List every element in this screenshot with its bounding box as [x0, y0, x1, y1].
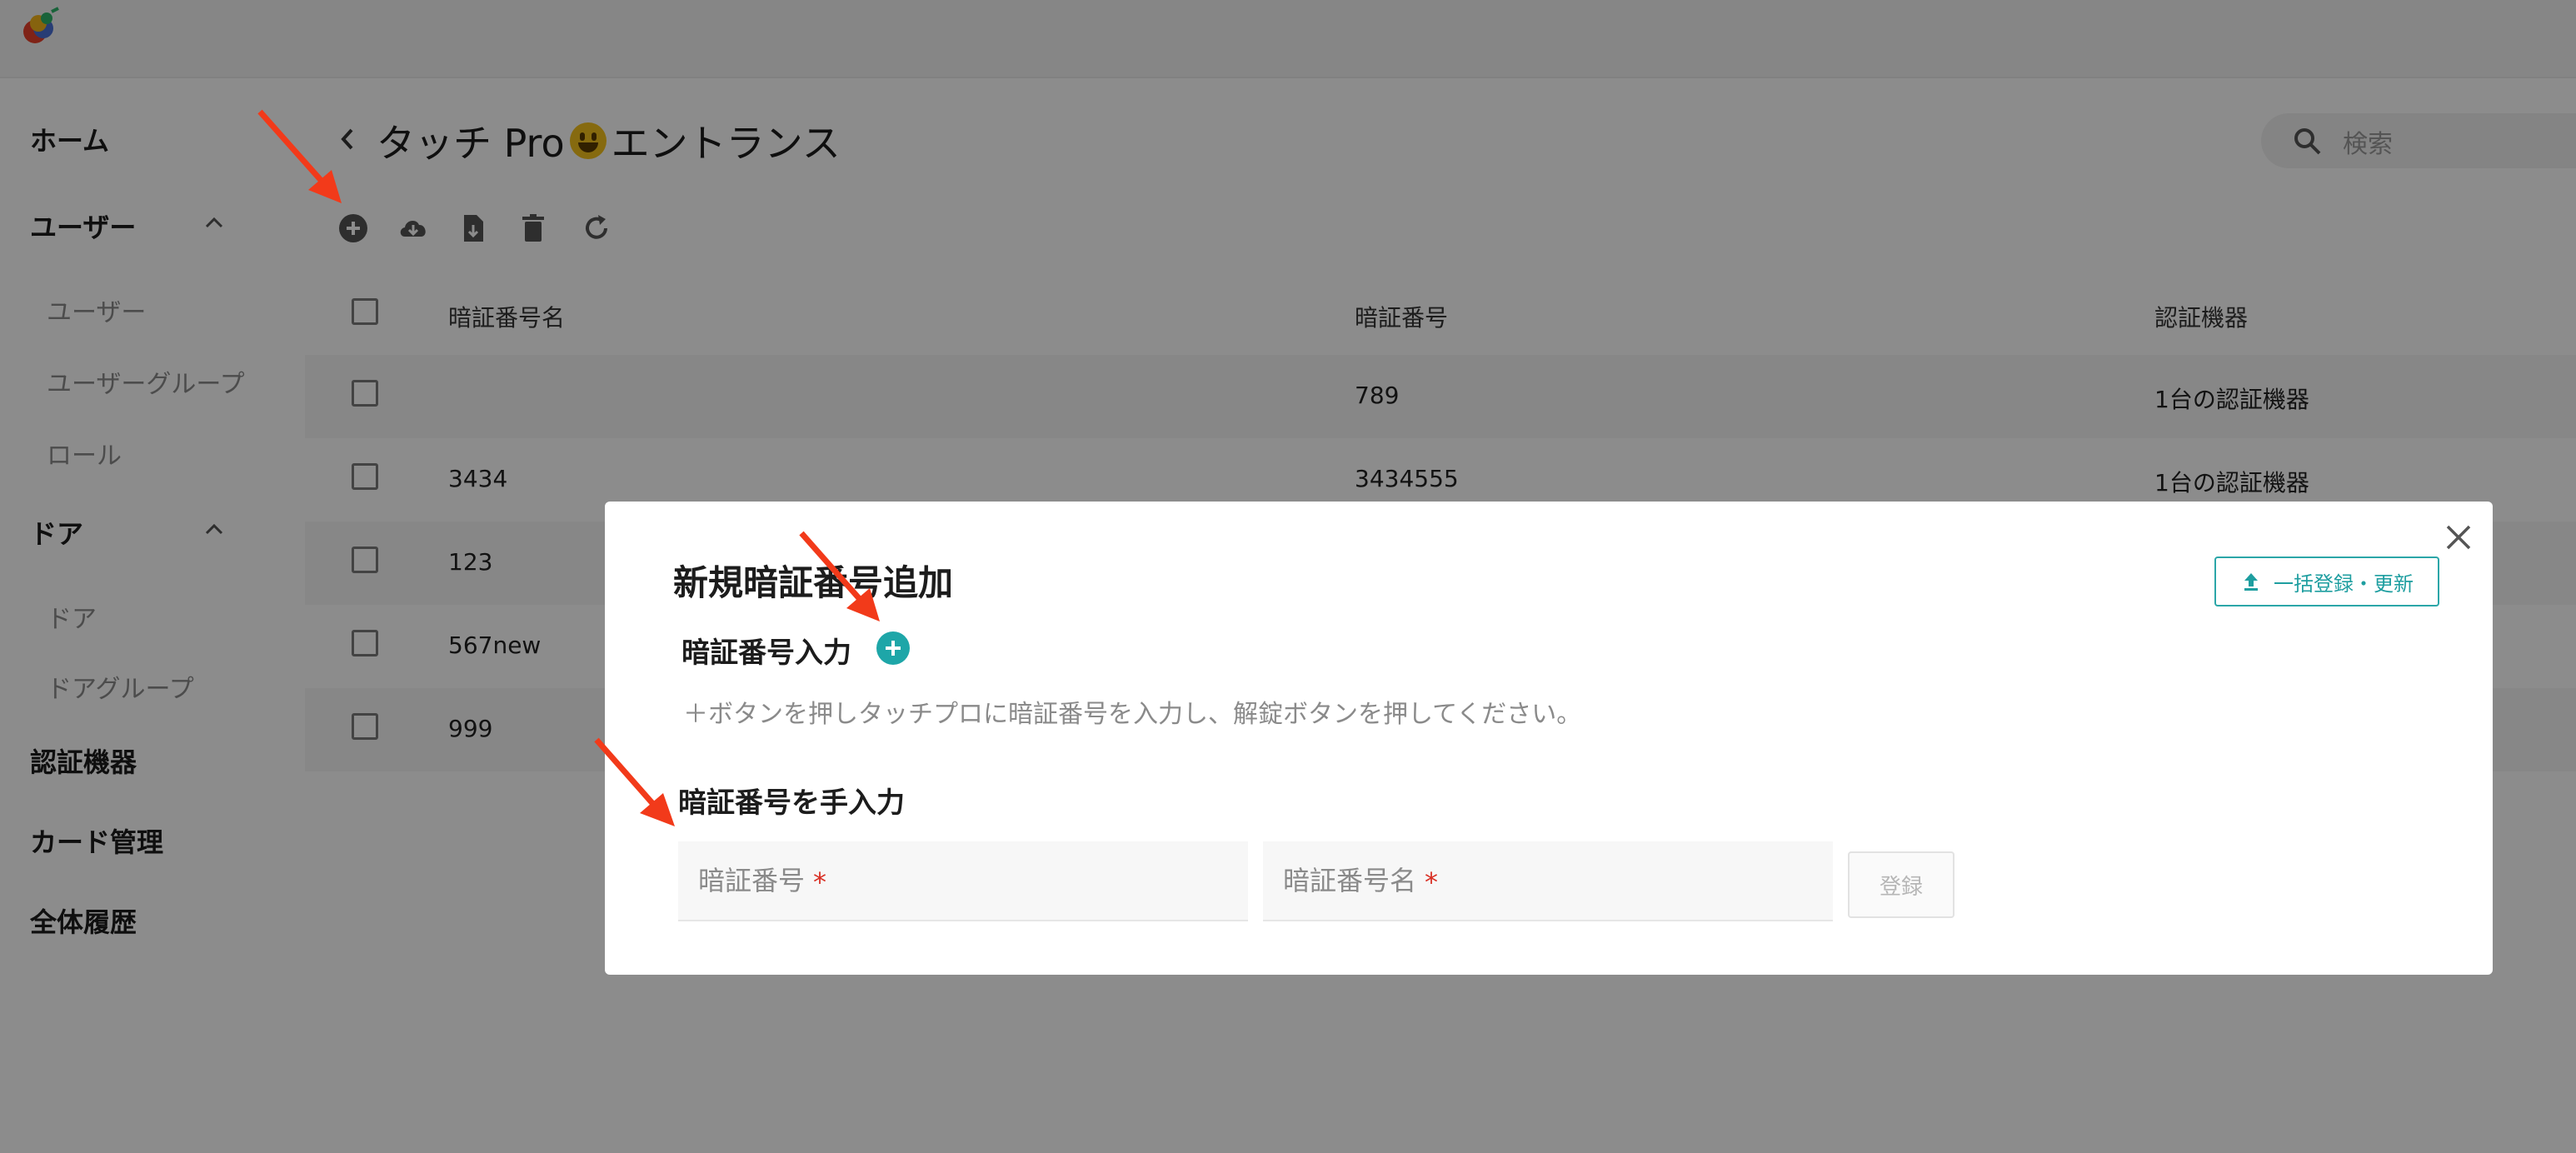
pin-input-section-label: 暗証番号入力: [681, 636, 851, 670]
required-mark: *: [813, 866, 826, 898]
pin-input-hint: ＋ボタンを押しタッチプロに暗証番号を入力し、解錠ボタンを押してください。: [683, 700, 1582, 729]
close-icon[interactable]: [2444, 523, 2473, 552]
pin-field[interactable]: *: [678, 841, 1248, 921]
pin-name-field[interactable]: *: [1263, 841, 1833, 921]
annotation-arrow-icon: [257, 109, 342, 203]
manual-input-section-label: 暗証番号を手入力: [678, 786, 905, 820]
bulk-register-button[interactable]: 一括登録・更新: [2214, 557, 2439, 606]
register-button[interactable]: 登録: [1848, 851, 1954, 918]
add-pin-plus-button[interactable]: [876, 631, 910, 665]
pin-name-input[interactable]: [1263, 841, 1833, 920]
upload-icon: [2244, 573, 2258, 591]
annotation-arrow-icon: [799, 531, 880, 621]
bulk-register-label: 一括登録・更新: [2274, 572, 2414, 596]
required-mark: *: [1425, 866, 1438, 898]
annotation-arrow-icon: [594, 737, 675, 826]
pin-input[interactable]: [678, 841, 1248, 920]
